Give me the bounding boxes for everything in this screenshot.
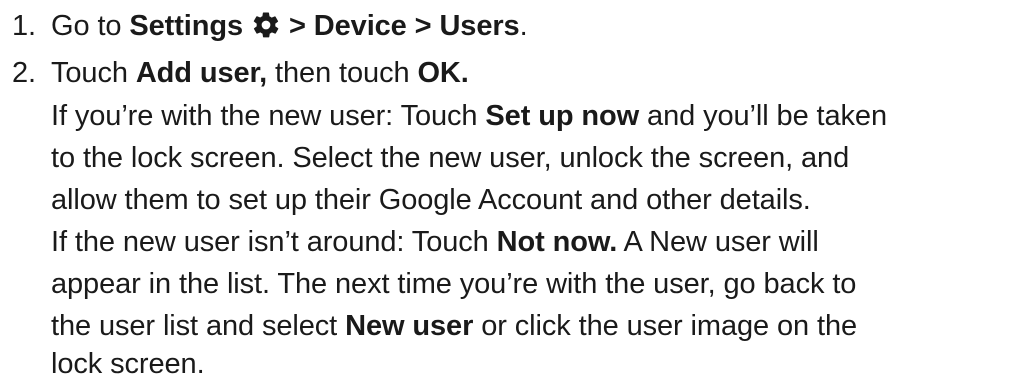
step-2-prefix: Touch xyxy=(51,57,136,89)
para-2-line-4: lock screen. xyxy=(51,348,205,380)
para-2-line-2: appear in the list. The next time you’re… xyxy=(51,268,857,300)
not-now-label: Not now. xyxy=(496,226,618,258)
instructions-document: 1. Go to Settings > Device > Users. 2. To… xyxy=(0,0,1028,386)
step-number: 1. xyxy=(12,10,36,42)
set-up-now-label: Set up now xyxy=(485,100,640,132)
step-number: 2. xyxy=(12,57,36,89)
para-1-text: If you’re with the new user: Touch xyxy=(51,100,486,132)
para-2-text: A New user will xyxy=(617,226,819,258)
step-1-prefix: Go to xyxy=(51,10,130,42)
step-1-end: . xyxy=(519,10,528,42)
step-1-text: Go to Settings > Device > Users. xyxy=(51,6,528,46)
para-2-line-1: If the new user isn’t around: Touch Not … xyxy=(51,222,819,262)
para-1-line-3: allow them to set up their Google Accoun… xyxy=(51,184,811,216)
gear-icon xyxy=(253,12,279,38)
add-user-label: Add user, xyxy=(135,57,268,89)
settings-path: > Device > Users xyxy=(289,10,520,42)
para-2-text: If the new user isn’t around: Touch xyxy=(51,226,497,258)
new-user-label: New user xyxy=(345,310,474,342)
step-2-mid: then touch xyxy=(267,57,418,89)
para-1-text: and you’ll be taken xyxy=(639,100,887,132)
para-2-text: the user list and select xyxy=(51,310,346,342)
para-2-text: or click the user image on the xyxy=(473,310,858,342)
para-1-line-2: to the lock screen. Select the new user,… xyxy=(51,142,850,174)
settings-label: Settings xyxy=(129,10,243,42)
ok-label: OK. xyxy=(417,57,469,89)
step-2-text: Touch Add user, then touch OK. xyxy=(51,53,469,93)
para-1-line-1: If you’re with the new user: Touch Set u… xyxy=(51,96,887,136)
para-2-line-3: the user list and select New user or cli… xyxy=(51,306,857,346)
